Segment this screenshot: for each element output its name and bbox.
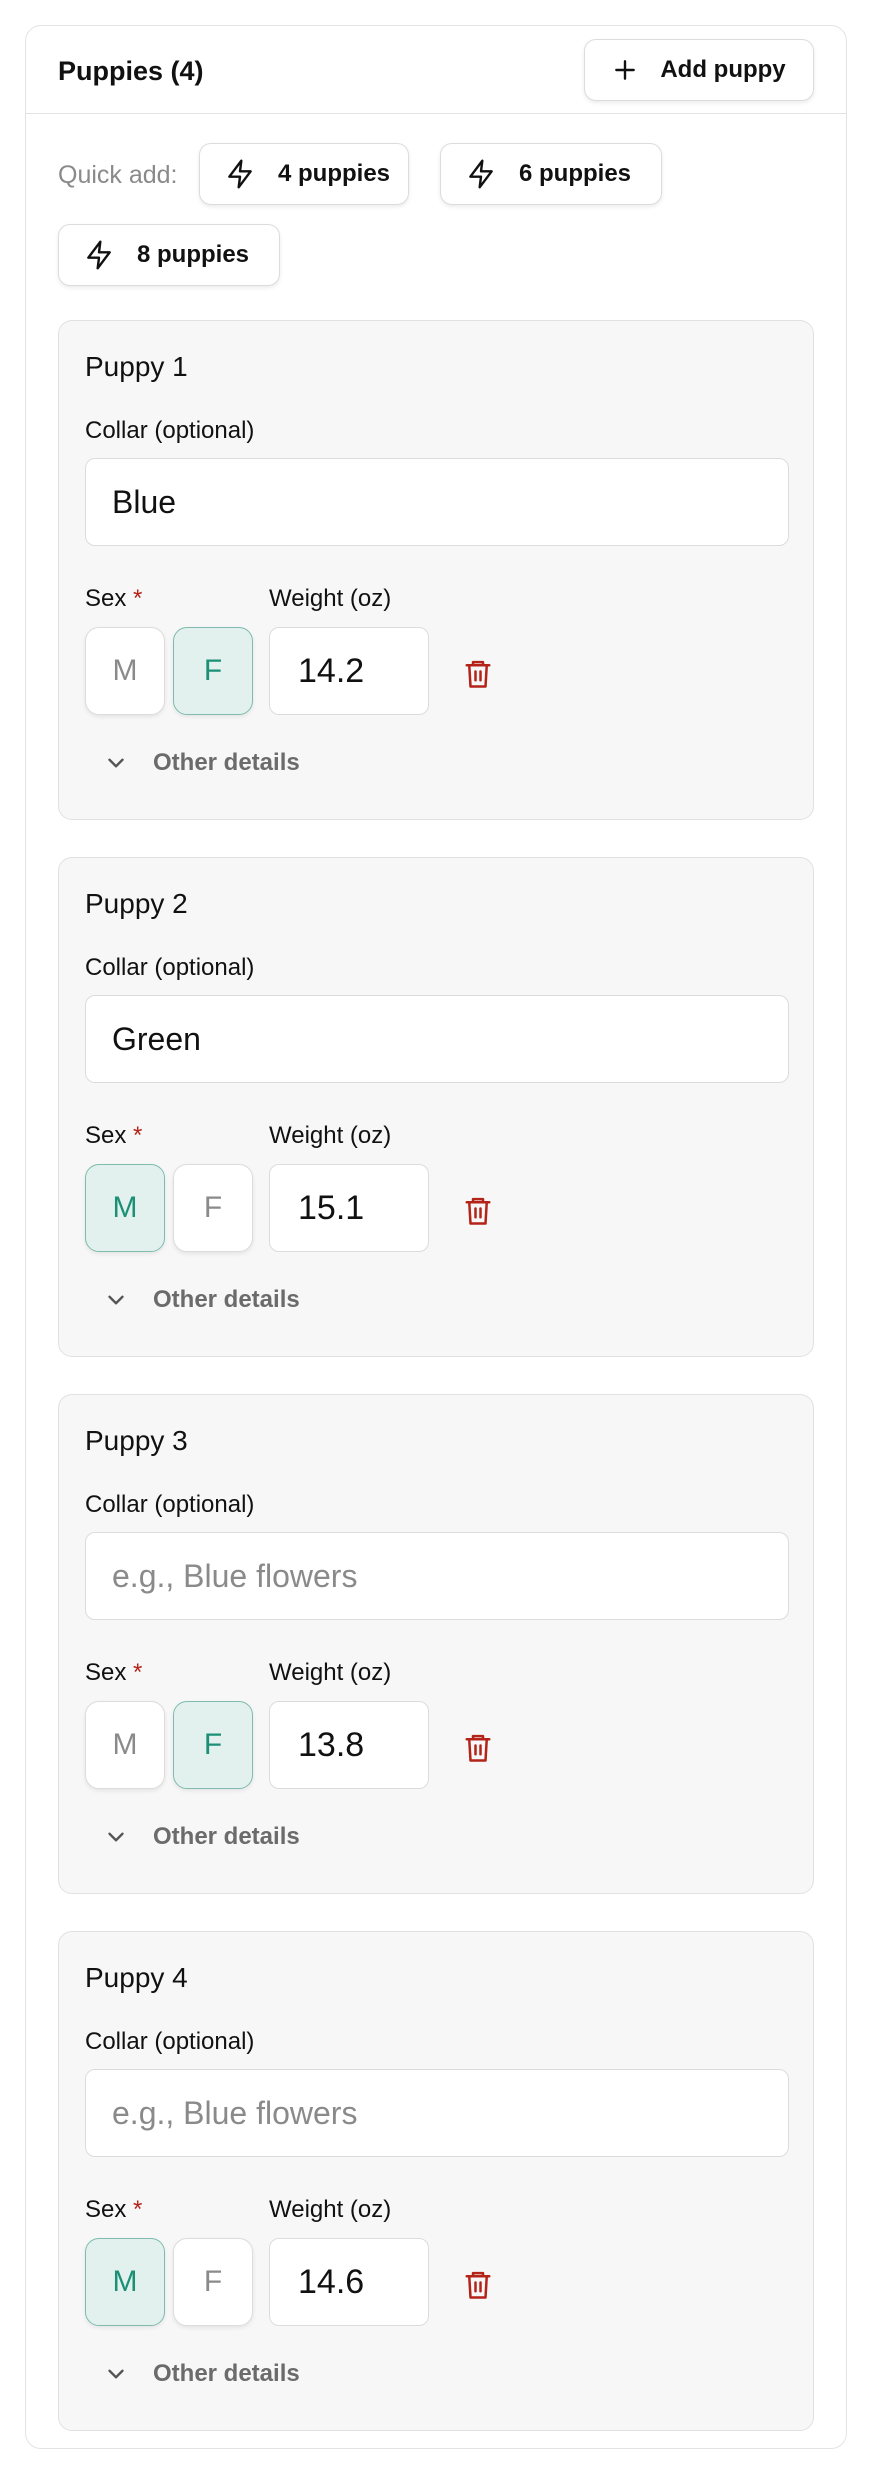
chevron-down-icon xyxy=(108,2369,124,2379)
weight-label: Weight (oz) xyxy=(269,2196,392,2223)
sex-female-button[interactable]: F xyxy=(173,1701,253,1789)
quick-add-8-button[interactable]: 8 puppies xyxy=(58,224,280,286)
sex-label-text: Sex xyxy=(85,585,127,612)
weight-label: Weight (oz) xyxy=(269,585,392,612)
plus-icon xyxy=(615,60,636,80)
other-details-label: Other details xyxy=(153,749,300,776)
chevron-down-icon xyxy=(108,758,124,768)
chevron-down-icon xyxy=(108,1295,124,1305)
puppy-card-4: Puppy 4 Collar (optional) Sex * Weight (… xyxy=(58,1931,814,2431)
other-details-label: Other details xyxy=(153,1823,300,1850)
other-details-toggle[interactable]: Other details xyxy=(103,749,300,777)
trash-icon[interactable] xyxy=(463,2268,493,2302)
required-mark: * xyxy=(133,1122,143,1149)
chevron-down-icon xyxy=(108,1832,124,1842)
weight-label: Weight (oz) xyxy=(269,1659,392,1686)
other-details-label: Other details xyxy=(153,2360,300,2387)
sex-male-button[interactable]: M xyxy=(85,1164,165,1252)
puppy-title: Puppy 1 xyxy=(85,351,188,382)
sex-female-button[interactable]: F xyxy=(173,627,253,715)
trash-icon[interactable] xyxy=(463,657,493,691)
other-details-toggle[interactable]: Other details xyxy=(103,1286,300,1314)
sex-male-button[interactable]: M xyxy=(85,1701,165,1789)
puppy-title: Puppy 4 xyxy=(85,1962,188,1993)
quick-add-label-8: 8 puppies xyxy=(137,241,250,268)
weight-label: Weight (oz) xyxy=(269,1122,392,1149)
quick-add-label: Quick add: xyxy=(58,161,178,189)
add-puppy-label: Add puppy xyxy=(660,56,786,83)
quick-add-label-4: 4 puppies xyxy=(278,160,391,187)
other-details-toggle[interactable]: Other details xyxy=(103,2360,300,2388)
collar-label: Collar (optional) xyxy=(85,417,255,444)
sex-female-button[interactable]: F xyxy=(173,1164,253,1252)
sex-label-text: Sex xyxy=(85,1122,127,1149)
sex-male-button[interactable]: M xyxy=(85,627,165,715)
puppy-card-2: Puppy 2 Collar (optional) Sex * Weight (… xyxy=(58,857,814,1357)
required-mark: * xyxy=(133,2196,143,2223)
bolt-icon xyxy=(87,240,111,270)
trash-icon[interactable] xyxy=(463,1194,493,1228)
weight-input[interactable] xyxy=(269,627,429,715)
weight-input[interactable] xyxy=(269,1701,429,1789)
quick-add-6-button[interactable]: 6 puppies xyxy=(440,143,662,205)
collar-label: Collar (optional) xyxy=(85,1491,255,1518)
sex-label: Sex * xyxy=(85,2196,142,2224)
collar-input[interactable] xyxy=(85,995,789,1083)
sex-label: Sex * xyxy=(85,1122,142,1150)
collar-input[interactable] xyxy=(85,1532,789,1620)
sex-label-text: Sex xyxy=(85,2196,127,2223)
sex-label: Sex * xyxy=(85,585,142,613)
sex-label: Sex * xyxy=(85,1659,142,1687)
required-mark: * xyxy=(133,585,143,612)
collar-label: Collar (optional) xyxy=(85,2028,255,2055)
other-details-toggle[interactable]: Other details xyxy=(103,1823,300,1851)
weight-input[interactable] xyxy=(269,2238,429,2326)
quick-add-label-6: 6 puppies xyxy=(519,160,632,187)
panel-title: Puppies (4) xyxy=(58,56,204,86)
puppy-title: Puppy 3 xyxy=(85,1425,188,1456)
required-mark: * xyxy=(133,1659,143,1686)
bolt-icon xyxy=(228,159,252,189)
quick-add-4-button[interactable]: 4 puppies xyxy=(199,143,409,205)
puppy-card-1: Puppy 1 Collar (optional) Sex * Weight (… xyxy=(58,320,814,820)
sex-female-button[interactable]: F xyxy=(173,2238,253,2326)
trash-icon[interactable] xyxy=(463,1731,493,1765)
add-puppy-button[interactable]: Add puppy xyxy=(584,39,814,101)
puppy-card-3: Puppy 3 Collar (optional) Sex * Weight (… xyxy=(58,1394,814,1894)
other-details-label: Other details xyxy=(153,1286,300,1313)
puppy-title: Puppy 2 xyxy=(85,888,188,919)
collar-label: Collar (optional) xyxy=(85,954,255,981)
collar-input[interactable] xyxy=(85,458,789,546)
weight-input[interactable] xyxy=(269,1164,429,1252)
bolt-icon xyxy=(469,159,493,189)
puppies-panel: Puppies (4) Add puppy Quick add: 4 puppi… xyxy=(25,25,847,2449)
sex-label-text: Sex xyxy=(85,1659,127,1686)
collar-input[interactable] xyxy=(85,2069,789,2157)
panel-header: Puppies (4) Add puppy xyxy=(26,26,846,114)
sex-male-button[interactable]: M xyxy=(85,2238,165,2326)
